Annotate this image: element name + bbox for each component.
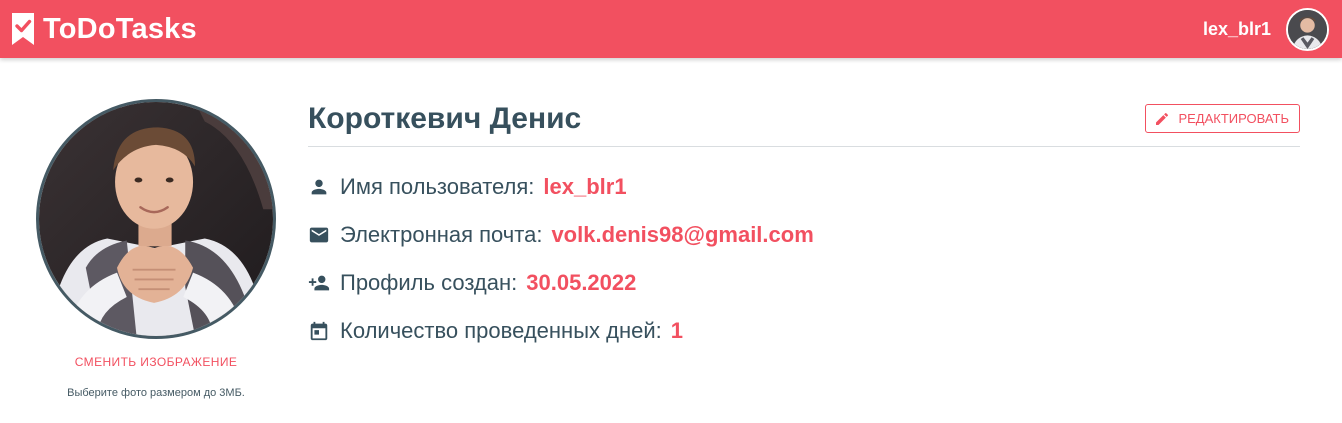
field-value: 30.05.2022 (526, 270, 637, 295)
field-days: Количество проведенных дней: 1 (308, 318, 683, 344)
page-title: Короткевич Денис (308, 102, 582, 135)
user-menu[interactable]: lex_blr1 (1203, 7, 1329, 51)
field-value: 1 (670, 318, 683, 343)
field-created: Профиль создан: 30.05.2022 (308, 270, 636, 296)
field-label: Профиль создан: (340, 270, 518, 295)
field-label: Электронная почта: (340, 222, 543, 247)
field-username: Имя пользователя: lex_blr1 (308, 174, 627, 200)
field-label: Имя пользователя: (340, 174, 535, 199)
checklist-bookmark-icon (12, 13, 34, 45)
app-name: ToDoTasks (43, 12, 197, 45)
field-label: Количество проведенных дней: (340, 318, 662, 343)
email-icon (309, 227, 329, 243)
field-email: Электронная почта: volk.denis98@gmail.co… (308, 222, 814, 248)
brand-logo-link[interactable]: ToDoTasks (10, 11, 197, 47)
profile-photo-section: СМЕНИТЬ ИЗОБРАЖЕНИЕ Выберите фото размер… (36, 99, 276, 399)
profile-photo (36, 99, 276, 339)
field-value: volk.denis98@gmail.com (551, 222, 814, 247)
edit-button-label: РЕДАКТИРОВАТЬ (1178, 111, 1289, 126)
app-header: ToDoTasks lex_blr1 (0, 0, 1342, 58)
profile-info: Короткевич Денис РЕДАКТИРОВАТЬ Имя польз… (308, 100, 1300, 343)
person-add-icon (308, 275, 330, 291)
edit-profile-button[interactable]: РЕДАКТИРОВАТЬ (1145, 104, 1300, 133)
photo-size-hint: Выберите фото размером до 3МБ. (67, 387, 245, 399)
profile-header: Короткевич Денис РЕДАКТИРОВАТЬ (308, 100, 1300, 147)
field-value: lex_blr1 (543, 174, 627, 199)
person-icon (311, 179, 327, 195)
change-photo-button[interactable]: СМЕНИТЬ ИЗОБРАЖЕНИЕ (36, 355, 276, 369)
calendar-icon (310, 321, 328, 341)
avatar[interactable] (1286, 7, 1329, 51)
header-username[interactable]: lex_blr1 (1203, 19, 1271, 40)
pencil-icon (1156, 112, 1169, 125)
